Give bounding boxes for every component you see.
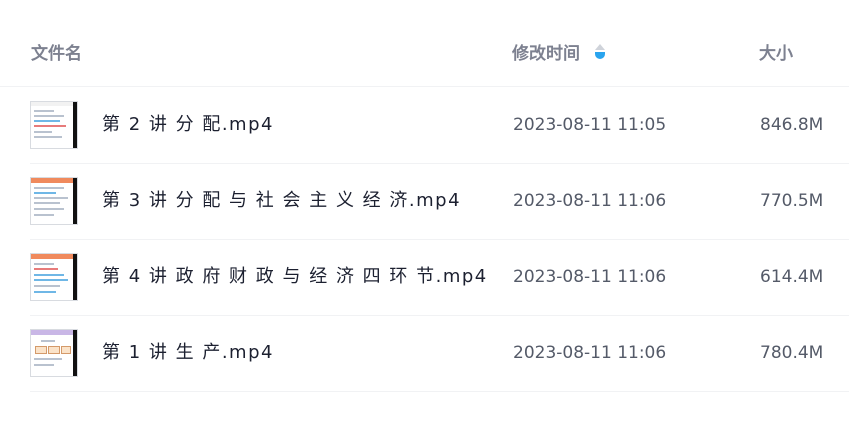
file-list-header: 文件名 修改时间 大小 [0, 0, 849, 87]
file-row[interactable]: 第 1 讲 生 产.mp4 2023-08-11 11:06 780.4M [30, 315, 849, 392]
file-modified-time: 2023-08-11 11:05 [513, 115, 667, 135]
file-name[interactable]: 第 4 讲 政 府 财 政 与 经 济 四 环 节.mp4 [102, 239, 488, 315]
file-size: 780.4M [760, 343, 824, 363]
file-row[interactable]: 第 2 讲 分 配.mp4 2023-08-11 11:05 846.8M [30, 87, 849, 164]
column-header-modified-label: 修改时间 [512, 44, 580, 64]
file-modified-time: 2023-08-11 11:06 [513, 343, 667, 363]
file-size: 614.4M [760, 267, 824, 287]
column-header-size[interactable]: 大小 [759, 39, 793, 64]
file-name[interactable]: 第 2 讲 分 配.mp4 [102, 87, 274, 163]
file-size: 846.8M [760, 115, 824, 135]
column-header-modified[interactable]: 修改时间 [512, 39, 606, 64]
video-thumbnail[interactable] [30, 101, 78, 149]
file-modified-time: 2023-08-11 11:06 [513, 191, 667, 211]
file-row[interactable]: 第 3 讲 分 配 与 社 会 主 义 经 济.mp4 2023-08-11 1… [30, 163, 849, 240]
video-thumbnail[interactable] [30, 329, 78, 377]
file-modified-time: 2023-08-11 11:06 [513, 267, 667, 287]
video-thumbnail[interactable] [30, 253, 78, 301]
file-name[interactable]: 第 1 讲 生 产.mp4 [102, 315, 274, 391]
file-size: 770.5M [760, 191, 824, 211]
file-row[interactable]: 第 4 讲 政 府 财 政 与 经 济 四 环 节.mp4 2023-08-11… [30, 239, 849, 316]
video-thumbnail[interactable] [30, 177, 78, 225]
sort-descending-icon[interactable] [594, 43, 606, 61]
column-header-name[interactable]: 文件名 [31, 39, 82, 64]
file-name[interactable]: 第 3 讲 分 配 与 社 会 主 义 经 济.mp4 [102, 163, 461, 239]
